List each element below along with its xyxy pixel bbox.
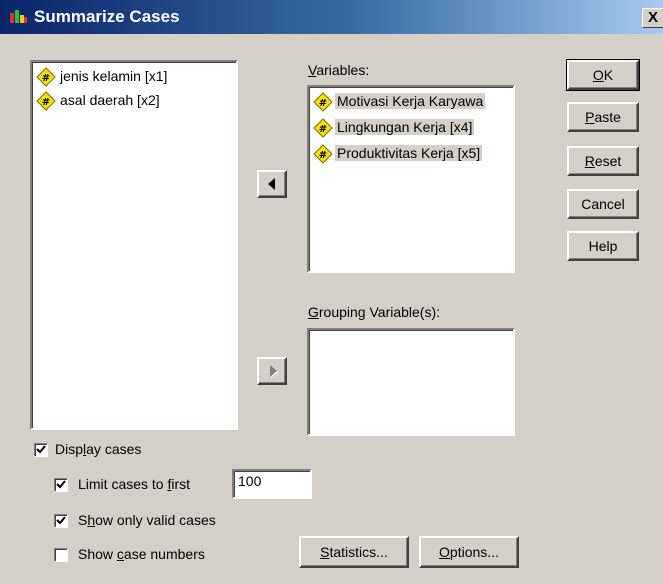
grouping-variables-label: Grouping Variable(s): xyxy=(308,304,441,320)
arrow-left-icon xyxy=(268,178,275,190)
spss-app-icon xyxy=(10,9,28,25)
variable-label: jenis kelamin [x1] xyxy=(60,68,168,84)
variable-label: Produktivitas Kerja [x5] xyxy=(335,145,483,161)
arrow-right-icon xyxy=(270,365,278,378)
limit-cases-field[interactable]: 100 xyxy=(232,469,312,499)
variable-label: Motivasi Kerja Karyawa xyxy=(335,93,486,109)
svg-text:#: # xyxy=(319,150,327,161)
scale-variable-icon: # xyxy=(36,91,56,111)
checkmark-icon xyxy=(36,445,46,454)
move-to-grouping-button[interactable] xyxy=(257,357,287,385)
svg-text:#: # xyxy=(42,73,50,84)
help-button[interactable]: Help xyxy=(567,231,639,261)
paste-button[interactable]: Paste xyxy=(567,102,639,132)
variables-list[interactable]: # Motivasi Kerja Karyawa # Lingkungan Ke… xyxy=(307,85,515,273)
scale-variable-icon: # xyxy=(313,92,333,112)
close-button[interactable]: X xyxy=(642,8,663,28)
source-variable-list[interactable]: # jenis kelamin [x1] # asal daerah [x2] xyxy=(30,60,238,430)
checkmark-icon xyxy=(56,480,66,489)
limit-cases-label: Limit cases to first xyxy=(78,476,191,492)
svg-text:#: # xyxy=(42,97,50,108)
scale-variable-icon: # xyxy=(313,118,333,138)
display-cases-checkbox[interactable] xyxy=(34,443,48,457)
case-numbers-label: Show case numbers xyxy=(78,546,205,562)
display-cases-label: Display cases xyxy=(55,441,142,457)
window-title: Summarize Cases xyxy=(34,7,180,26)
variable-label: asal daerah [x2] xyxy=(60,92,160,108)
statistics-button[interactable]: Statistics... xyxy=(299,536,409,568)
limit-cases-checkbox[interactable] xyxy=(54,478,68,492)
case-numbers-checkbox[interactable] xyxy=(54,548,68,562)
svg-text:#: # xyxy=(319,124,327,135)
options-button[interactable]: Options... xyxy=(419,536,519,568)
grouping-variables-list[interactable] xyxy=(307,328,515,436)
summarize-cases-dialog: Summarize Cases X # jenis kelamin [x1] #… xyxy=(0,0,663,584)
valid-cases-label: Show only valid cases xyxy=(78,512,216,528)
svg-text:#: # xyxy=(319,98,327,109)
valid-cases-checkbox[interactable] xyxy=(54,514,68,528)
checkmark-icon xyxy=(56,516,66,525)
reset-button[interactable]: Reset xyxy=(567,146,639,176)
scale-variable-icon: # xyxy=(313,144,333,164)
variable-label: Lingkungan Kerja [x4] xyxy=(335,119,475,135)
cancel-button[interactable]: Cancel xyxy=(567,189,639,219)
scale-variable-icon: # xyxy=(36,67,56,87)
title-bar[interactable]: Summarize Cases xyxy=(0,0,663,34)
move-to-variables-button[interactable] xyxy=(257,170,287,198)
ok-button[interactable]: OK xyxy=(566,59,640,91)
variables-label: Variables: xyxy=(308,62,370,78)
close-icon: X xyxy=(647,9,658,26)
